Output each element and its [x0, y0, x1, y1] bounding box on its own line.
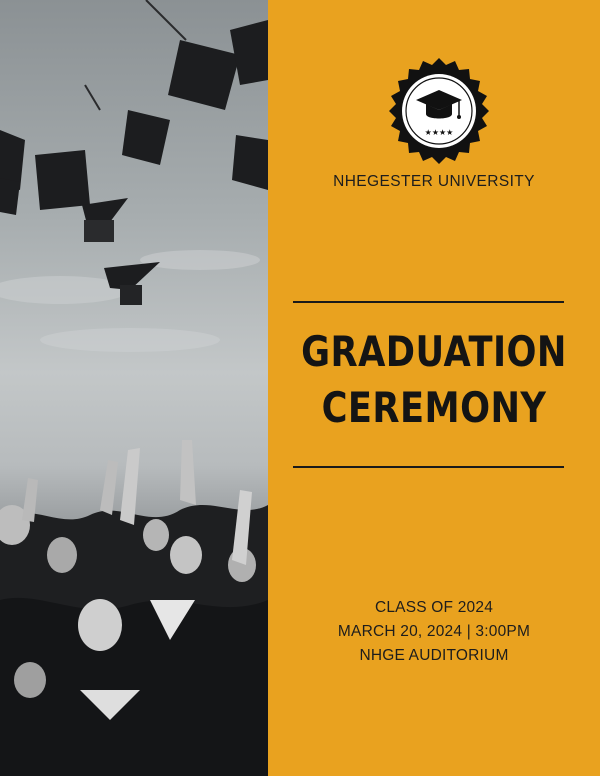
event-title-line2: CEREMONY: [321, 383, 547, 432]
event-title: GRADUATION CEREMONY: [295, 324, 574, 436]
event-datetime: MARCH 20, 2024 | 3:00PM: [337, 623, 531, 640]
university-name: NHEGESTER UNIVERSITY: [333, 173, 535, 190]
seal-stars: ★★★★: [425, 128, 454, 137]
event-venue: NHGE AUDITORIUM: [359, 647, 509, 664]
graduates-photo-illustration: [0, 0, 268, 776]
event-title-line1: GRADUATION: [301, 327, 567, 376]
title-top-rule: [293, 301, 564, 303]
graduates-crowd: [0, 440, 268, 776]
title-bottom-rule: [293, 466, 564, 468]
university-seal: ★★★★: [389, 58, 489, 164]
class-year: CLASS OF 2024: [374, 599, 494, 616]
graduates-photo: [0, 0, 268, 776]
event-details: CLASS OF 2024 MARCH 20, 2024 | 3:00PM NH…: [268, 596, 600, 668]
